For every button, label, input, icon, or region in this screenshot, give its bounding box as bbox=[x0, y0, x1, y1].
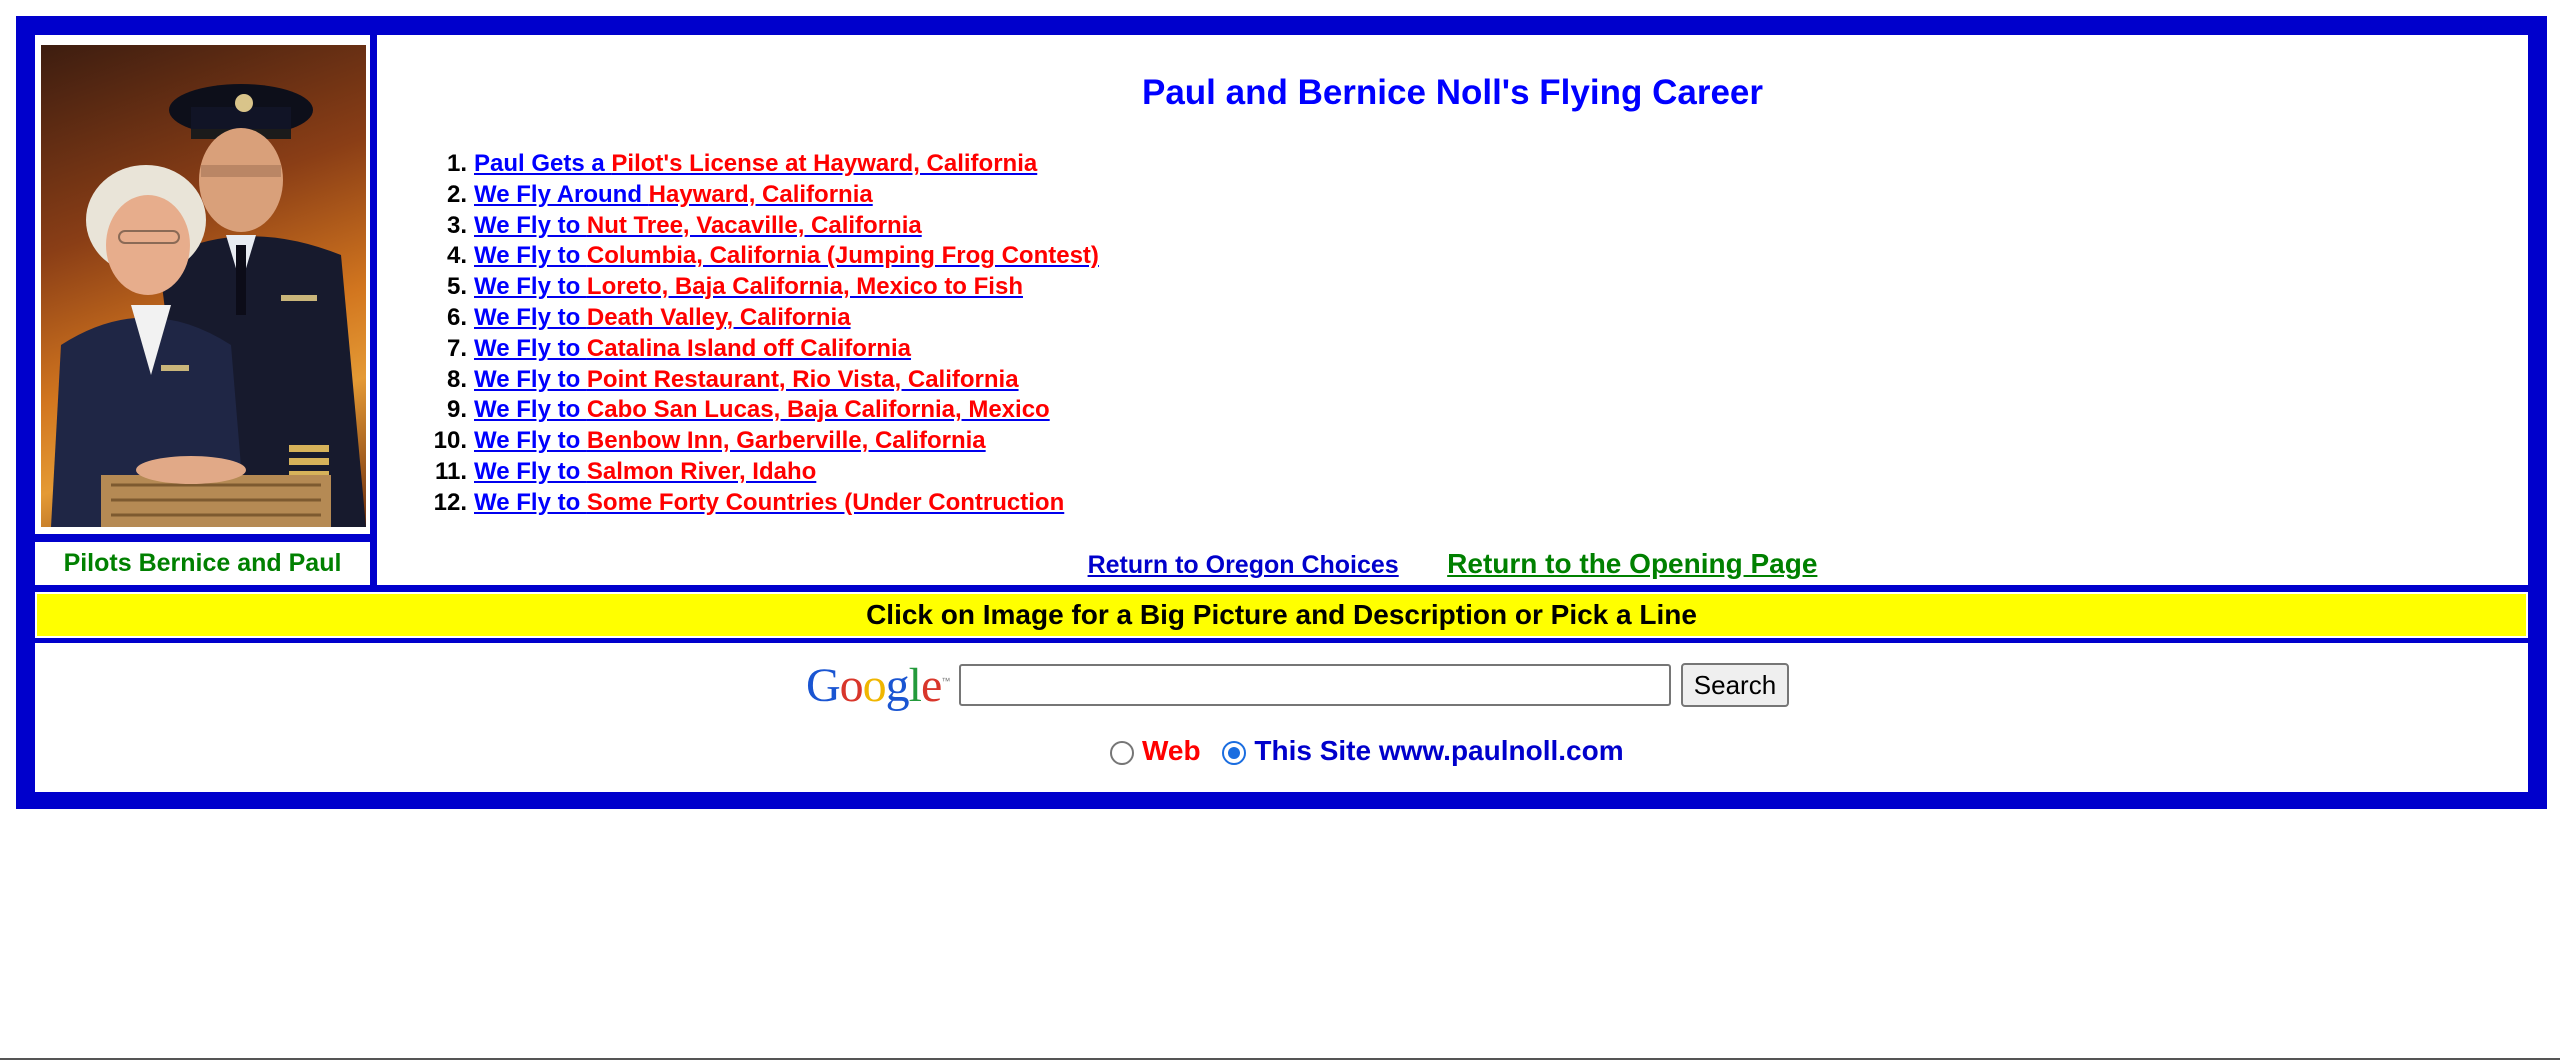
list-item: 9. We Fly to Cabo San Lucas, Baja Califor… bbox=[412, 395, 1099, 426]
return-links: Return to Oregon Choices Return to the O… bbox=[377, 548, 2528, 580]
flight-link-10[interactable]: We Fly to Benbow Inn, Garberville, Calif… bbox=[474, 427, 986, 454]
flight-link-9[interactable]: We Fly to Cabo San Lucas, Baja Californi… bbox=[474, 396, 1050, 423]
web-radio-label[interactable]: Web bbox=[1142, 735, 1201, 766]
google-logo[interactable]: Google™ bbox=[806, 658, 950, 713]
list-item: 6. We Fly to Death Valley, California bbox=[412, 303, 1099, 334]
link-lead-text: We Fly to bbox=[474, 303, 587, 331]
link-lead-text: We Fly to bbox=[474, 396, 587, 424]
flight-link-11[interactable]: We Fly to Salmon River, Idaho bbox=[474, 458, 816, 485]
link-destination-text: Pilot's License at Hayward, California bbox=[611, 150, 1038, 177]
flight-link-1[interactable]: Paul Gets a Pilot's License at Hayward, … bbox=[474, 150, 1037, 177]
pilots-photo-drawing bbox=[51, 84, 366, 527]
web-radio[interactable] bbox=[1110, 740, 1134, 765]
link-lead-text: We Fly to bbox=[474, 488, 587, 516]
list-item-number: 4. bbox=[446, 242, 467, 270]
link-destination-text: Point Restaurant, Rio Vista, California bbox=[586, 365, 1019, 393]
link-destination-text: Benbow Inn, Garberville, California bbox=[586, 427, 986, 455]
photo-caption: Pilots Bernice and Paul bbox=[63, 549, 342, 577]
link-destination-text: Hayward, California bbox=[648, 180, 873, 208]
return-oregon-link[interactable]: Return to Oregon Choices bbox=[1088, 551, 1399, 579]
list-item: 7. We Fly to Catalina Island off Californ… bbox=[412, 334, 1099, 365]
list-item-number: 9. bbox=[446, 396, 467, 424]
link-lead-text: We Fly to bbox=[474, 211, 587, 239]
link-lead-text: We Fly Around bbox=[474, 180, 649, 208]
search-scope: Web This Site www.paulnoll.com bbox=[1110, 735, 1624, 767]
link-lead-text: We Fly to bbox=[474, 334, 587, 362]
list-item: 11. We Fly to Salmon River, Idaho bbox=[412, 457, 1099, 488]
search-panel: Google™ Search Web This Site www.paulnol… bbox=[35, 643, 2528, 792]
link-destination-text: Columbia, California (Jumping Frog Conte… bbox=[586, 242, 1099, 270]
main-content: Paul and Bernice Noll's Flying Career 1.… bbox=[377, 35, 2528, 585]
flight-link-3[interactable]: We Fly to Nut Tree, Vacaville, Californi… bbox=[474, 212, 922, 239]
site-radio[interactable] bbox=[1222, 740, 1247, 765]
flight-link-8[interactable]: We Fly to Point Restaurant, Rio Vista, C… bbox=[474, 366, 1019, 393]
list-item-number: 10. bbox=[433, 427, 467, 455]
link-destination-text: Salmon River, Idaho bbox=[586, 457, 817, 485]
return-opening-link[interactable]: Return to the Opening Page bbox=[1447, 548, 1817, 579]
flight-link-2[interactable]: We Fly Around Hayward, California bbox=[474, 181, 873, 208]
list-item-number: 2. bbox=[446, 180, 467, 208]
flight-list: 1. Paul Gets a Pilot's License at Hayward… bbox=[412, 149, 1099, 519]
list-item: 12. We Fly to Some Forty Countries (Under… bbox=[412, 488, 1099, 519]
search-input[interactable] bbox=[959, 664, 1671, 706]
link-destination-text: Loreto, Baja California, Mexico to Fish bbox=[586, 273, 1023, 301]
link-destination-text: Catalina Island off California bbox=[586, 334, 911, 362]
search-button[interactable]: Search bbox=[1681, 663, 1789, 707]
list-item-number: 7. bbox=[446, 334, 467, 362]
page-title: Paul and Bernice Noll's Flying Career bbox=[1141, 73, 1763, 112]
flight-link-12[interactable]: We Fly to Some Forty Countries (Under Co… bbox=[474, 489, 1064, 516]
site-radio-label[interactable]: This Site www.paulnoll.com bbox=[1254, 735, 1623, 766]
pilots-photo[interactable] bbox=[41, 45, 366, 527]
list-item: 10. We Fly to Benbow Inn, Garberville, Ca… bbox=[412, 426, 1099, 457]
link-lead-text: We Fly to bbox=[474, 273, 587, 301]
flight-link-4[interactable]: We Fly to Columbia, California (Jumping … bbox=[474, 242, 1099, 269]
list-item-number: 1. bbox=[446, 150, 467, 177]
link-destination-text: Nut Tree, Vacaville, California bbox=[586, 211, 922, 239]
list-item-number: 5. bbox=[446, 273, 467, 301]
flight-link-6[interactable]: We Fly to Death Valley, California bbox=[474, 304, 851, 331]
flight-link-7[interactable]: We Fly to Catalina Island off California bbox=[474, 335, 911, 362]
caption-cell: Pilots Bernice and Paul bbox=[35, 542, 370, 585]
list-item-number: 12. bbox=[433, 488, 467, 516]
flight-link-5[interactable]: We Fly to Loreto, Baja California, Mexic… bbox=[474, 273, 1023, 300]
instruction-bar: Click on Image for a Big Picture and Des… bbox=[35, 592, 2528, 638]
page-frame: Pilots Bernice and Paul Paul and Bernice… bbox=[16, 16, 2547, 809]
link-lead-text: We Fly to bbox=[474, 457, 587, 485]
link-destination-text: Cabo San Lucas, Baja California, Mexico bbox=[586, 396, 1050, 424]
link-destination-text: Some Forty Countries (Under Contruction bbox=[586, 488, 1065, 516]
list-item-number: 3. bbox=[446, 211, 467, 239]
list-item: 2. We Fly Around Hayward, California bbox=[412, 180, 1099, 211]
link-lead-text: We Fly to bbox=[474, 427, 587, 455]
photo-cell bbox=[35, 35, 370, 534]
list-item-number: 11. bbox=[434, 457, 467, 485]
list-item: 8. We Fly to Point Restaurant, Rio Vista,… bbox=[412, 365, 1099, 396]
list-item-number: 8. bbox=[446, 365, 467, 393]
instruction-text: Click on Image for a Big Picture and Des… bbox=[866, 599, 1697, 630]
link-lead-text: Paul Gets a bbox=[474, 150, 612, 177]
list-item: 3. We Fly to Nut Tree, Vacaville, Califor… bbox=[412, 211, 1099, 242]
list-item: 1. Paul Gets a Pilot's License at Hayward… bbox=[412, 149, 1099, 180]
bottom-divider bbox=[0, 1058, 2560, 1060]
link-destination-text: Death Valley, California bbox=[586, 303, 851, 331]
list-item: 5. We Fly to Loreto, Baja California, Mex… bbox=[412, 272, 1099, 303]
list-item: 4. We Fly to Columbia, California (Jumpin… bbox=[412, 241, 1099, 272]
list-item-number: 6. bbox=[446, 303, 467, 331]
link-lead-text: We Fly to bbox=[474, 242, 587, 270]
link-lead-text: We Fly to bbox=[474, 365, 587, 393]
